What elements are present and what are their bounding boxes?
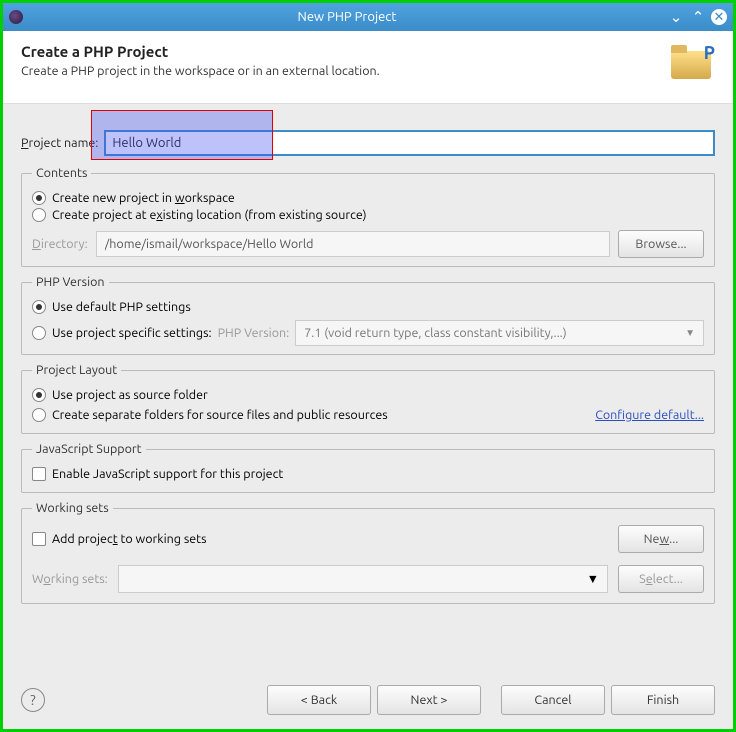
project-name-label: Project name: <box>21 136 98 150</box>
radio-label: Create separate folders for source files… <box>52 408 388 422</box>
chevron-down-icon: ▼ <box>587 572 599 586</box>
phpver-opt-specific[interactable]: Use project specific settings: <box>32 326 212 340</box>
checkbox-icon <box>32 532 46 546</box>
js-enable-check[interactable]: Enable JavaScript support for this proje… <box>32 467 704 481</box>
finish-button[interactable]: Finish <box>611 685 715 715</box>
js-group: JavaScript Support Enable JavaScript sup… <box>21 442 715 493</box>
workingsets-group: Working sets Add project to working sets… <box>21 501 715 604</box>
titlebar: New PHP Project ⌄ ⌃ ✕ <box>3 3 733 31</box>
phpver-dropdown[interactable]: 7.1 (void return type, class constant vi… <box>295 320 704 346</box>
checkbox-icon <box>32 467 46 481</box>
page-title: Create a PHP Project <box>21 43 665 60</box>
ws-add-check[interactable]: Add project to working sets <box>32 532 207 546</box>
close-icon[interactable]: ✕ <box>711 9 727 25</box>
chevron-down-icon: ▼ <box>685 327 695 339</box>
phpversion-legend: PHP Version <box>32 275 109 289</box>
wizard-header: Create a PHP Project Create a PHP projec… <box>3 31 733 104</box>
ws-new-button[interactable]: New... <box>618 525 704 553</box>
ws-select-button[interactable]: Select... <box>618 565 704 593</box>
ws-legend: Working sets <box>32 501 113 515</box>
contents-legend: Contents <box>32 166 91 180</box>
layout-opt-source[interactable]: Use project as source folder <box>32 388 704 402</box>
radio-label: Use default PHP settings <box>52 300 191 314</box>
phpversion-group: PHP Version Use default PHP settings Use… <box>21 275 715 355</box>
radio-label: Create project at existing location (fro… <box>52 208 367 222</box>
configure-default-link[interactable]: Configure default... <box>595 408 704 422</box>
directory-input <box>96 231 610 257</box>
window-title: New PHP Project <box>31 10 663 24</box>
layout-legend: Project Layout <box>32 363 121 377</box>
ws-dropdown[interactable]: ▼ <box>118 565 608 593</box>
radio-icon <box>32 408 46 422</box>
wizard-footer: ? < Back Next > Cancel Finish <box>3 673 733 729</box>
radio-icon <box>32 208 46 222</box>
directory-label: Directory: <box>32 237 88 251</box>
checkbox-label: Enable JavaScript support for this proje… <box>52 467 283 481</box>
page-subtitle: Create a PHP project in the workspace or… <box>21 64 665 78</box>
php-folder-icon: P <box>665 43 715 85</box>
checkbox-label: Add project to working sets <box>52 532 207 546</box>
layout-opt-separate[interactable]: Create separate folders for source files… <box>32 408 388 422</box>
dropdown-value: 7.1 (void return type, class constant vi… <box>304 326 566 340</box>
radio-icon <box>32 191 46 205</box>
radio-label: Use project as source folder <box>52 388 208 402</box>
browse-button[interactable]: Browse... <box>618 230 704 258</box>
next-button[interactable]: Next > <box>377 685 481 715</box>
radio-label: Create new project in workspace <box>52 191 235 205</box>
phpver-label: PHP Version: <box>218 326 290 340</box>
project-name-input[interactable] <box>104 130 715 156</box>
radio-label: Use project specific settings: <box>52 326 212 340</box>
back-button[interactable]: < Back <box>267 685 371 715</box>
maximize-icon[interactable]: ⌃ <box>689 8 707 26</box>
contents-opt-existing[interactable]: Create project at existing location (fro… <box>32 208 704 222</box>
contents-group: Contents Create new project in workspace… <box>21 166 715 267</box>
radio-icon <box>32 388 46 402</box>
radio-icon <box>32 300 46 314</box>
app-icon <box>9 10 23 24</box>
js-legend: JavaScript Support <box>32 442 146 456</box>
phpver-opt-default[interactable]: Use default PHP settings <box>32 300 704 314</box>
contents-opt-workspace[interactable]: Create new project in workspace <box>32 191 704 205</box>
cancel-button[interactable]: Cancel <box>501 685 605 715</box>
help-icon[interactable]: ? <box>21 688 45 712</box>
layout-group: Project Layout Use project as source fol… <box>21 363 715 434</box>
radio-icon <box>32 326 46 340</box>
ws-label: Working sets: <box>32 572 108 586</box>
minimize-icon[interactable]: ⌄ <box>667 8 685 26</box>
